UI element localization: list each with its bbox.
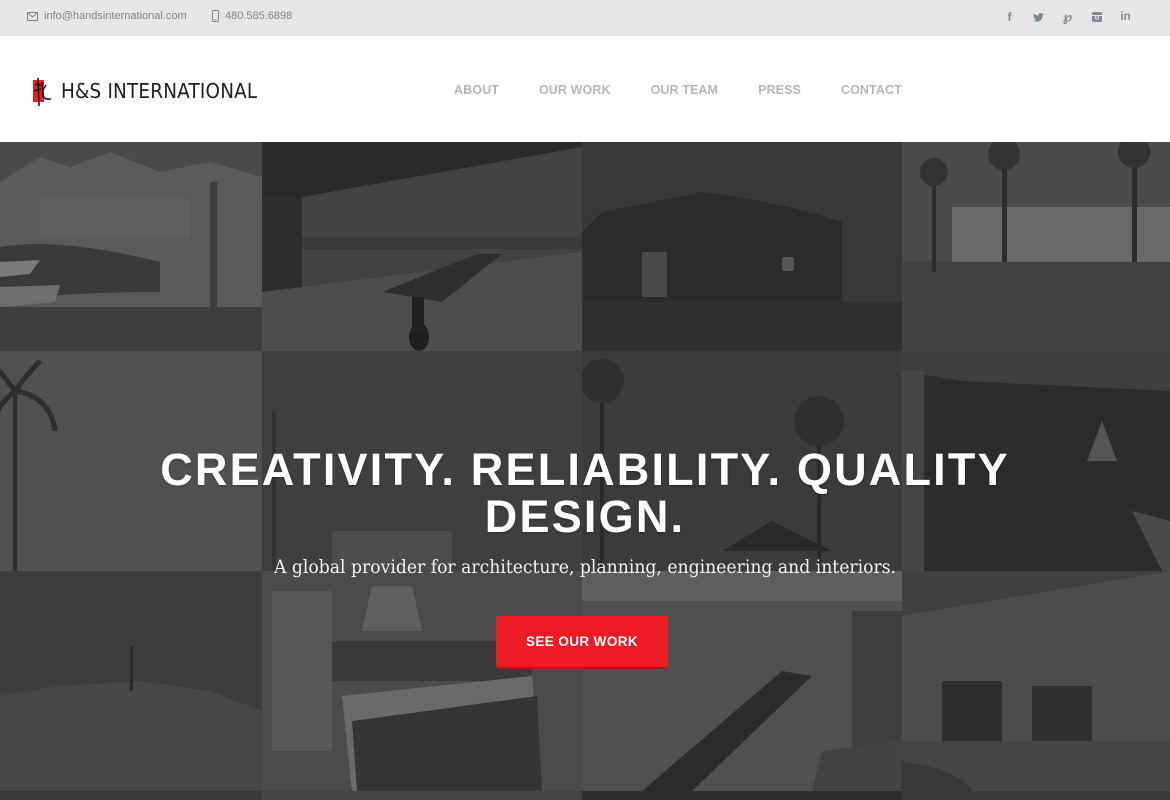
twitter-icon[interactable] <box>1024 8 1053 26</box>
logo[interactable]: H&S INTERNATIONAL <box>33 76 274 107</box>
nav-press[interactable]: PRESS <box>758 83 801 97</box>
logo-mark-icon <box>33 76 55 107</box>
linkedin-icon[interactable]: in <box>1111 8 1140 26</box>
hero-headline: CREATIVITY. RELIABILITY. QUALITY DESIGN. <box>160 444 1010 542</box>
email-link[interactable]: info@handsinternational.com <box>27 10 187 22</box>
mobile-phone-icon <box>212 10 219 22</box>
phone-text[interactable]: 480.585.6898 <box>225 10 292 22</box>
photo-tile-kitchen-interior <box>262 571 582 791</box>
envelope-icon <box>27 11 38 21</box>
photo-tile-row4-a <box>0 791 262 800</box>
photo-tile-city-aerial-canal <box>582 571 902 791</box>
email-text[interactable]: info@handsinternational.com <box>44 10 187 22</box>
logo-text: H&S INTERNATIONAL <box>61 79 258 103</box>
site-header: H&S INTERNATIONAL ABOUT OUR WORK OUR TEA… <box>0 36 1170 142</box>
facebook-icon[interactable]: f <box>995 8 1024 26</box>
photo-tile-row4-d <box>902 791 1170 800</box>
photo-tile-row4-c <box>582 791 902 800</box>
see-our-work-button[interactable]: SEE OUR WORK <box>496 616 668 667</box>
nav-about[interactable]: ABOUT <box>454 83 499 97</box>
photo-tile-desert-golf-resort <box>0 142 262 351</box>
hero-tagline: A global provider for architecture, plan… <box>273 557 896 578</box>
hero-content: CREATIVITY. RELIABILITY. QUALITY DESIGN. <box>0 446 1170 540</box>
main-nav: ABOUT OUR WORK OUR TEAM PRESS CONTACT <box>454 83 942 97</box>
photo-tile-desert-hillside <box>0 571 262 791</box>
nav-our-work[interactable]: OUR WORK <box>539 83 611 97</box>
nav-our-team[interactable]: OUR TEAM <box>651 83 718 97</box>
top-bar: info@handsinternational.com 480.585.6898… <box>0 0 1170 36</box>
photo-tile-retail-building-plaza <box>902 571 1170 791</box>
pinterest-icon[interactable]: ℘ <box>1053 8 1082 26</box>
photo-tile-modern-house-dusk <box>582 142 902 351</box>
social-links: f ℘ in <box>995 8 1140 26</box>
nav-contact[interactable]: CONTACT <box>841 83 902 97</box>
instagram-icon[interactable] <box>1082 8 1111 26</box>
photo-tile-row4-b <box>262 791 582 800</box>
photo-tile-palm-pool-villa <box>902 142 1170 351</box>
photo-tile-infinity-pool-terrace <box>262 142 582 351</box>
phone-link[interactable]: 480.585.6898 <box>212 10 292 22</box>
